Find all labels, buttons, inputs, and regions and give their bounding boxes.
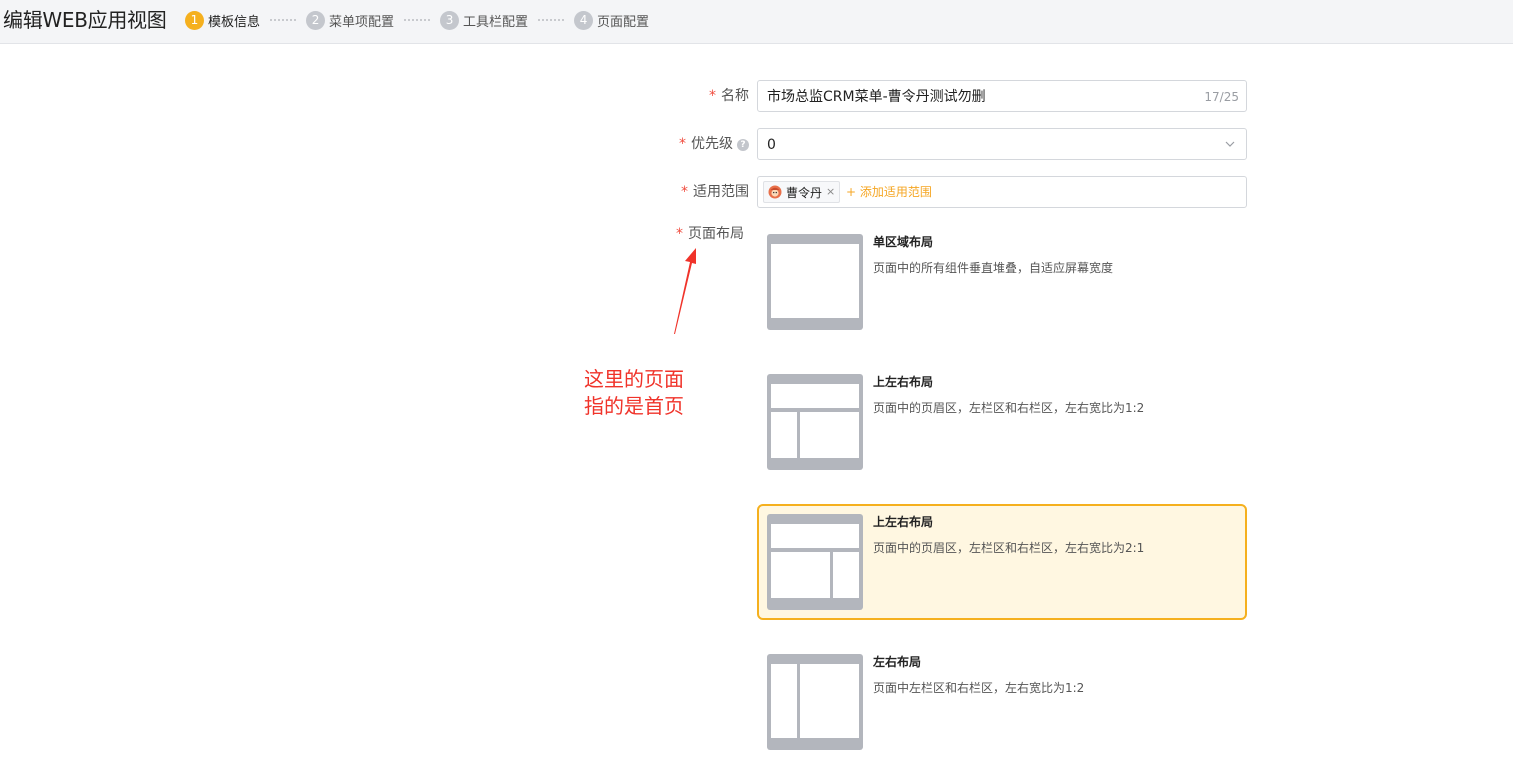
chevron-down-icon: [1225, 141, 1235, 147]
priority-select-value: 0: [767, 137, 776, 153]
layout-option-top-left-right-2-1[interactable]: 上左右布局 页面中的页眉区，左栏区和右栏区，左右宽比为2:1: [757, 504, 1247, 620]
layout-top-left-right-1-2-thumbnail: [767, 374, 863, 470]
step-number: 1: [185, 10, 204, 30]
layout-option-desc: 页面中的页眉区，左栏区和右栏区，左右宽比为1:2: [873, 401, 1145, 415]
priority-label-text: 优先级: [691, 136, 733, 152]
annotation-line-1: 这里的页面: [584, 367, 684, 391]
layout-option-title: 单区域布局: [873, 235, 934, 249]
annotation-text: 这里的页面 指的是首页: [584, 366, 684, 420]
scope-label-text: 适用范围: [693, 184, 749, 200]
page-header: 编辑WEB应用视图 1 模板信息 2 菜单项配置 3 工具栏配置 4 页面配置: [0, 0, 1513, 44]
layout-option-desc: 页面中的页眉区，左栏区和右栏区，左右宽比为2:1: [873, 541, 1145, 555]
page-title: 编辑WEB应用视图: [3, 8, 167, 32]
step-label: 工具栏配置: [463, 14, 529, 30]
name-label-text: 名称: [721, 88, 749, 104]
close-icon[interactable]: ×: [826, 186, 835, 198]
layout-option-top-left-right-1-2[interactable]: 上左右布局 页面中的页眉区，左栏区和右栏区，左右宽比为1:2: [757, 364, 1247, 480]
char-counter: 17/25: [1204, 90, 1239, 104]
required-mark: *: [681, 184, 688, 200]
scope-tag-text: 曹令丹: [786, 185, 823, 200]
annotation-line-2: 指的是首页: [584, 394, 684, 418]
layout-option-single[interactable]: 单区域布局 页面中的所有组件垂直堆叠，自适应屏幕宽度: [757, 224, 1247, 340]
step-connector: [404, 19, 431, 21]
name-label: * 名称: [709, 86, 749, 106]
user-avatar-icon: [768, 185, 782, 199]
step-connector: [538, 19, 565, 21]
required-mark: *: [679, 136, 686, 152]
priority-select[interactable]: 0: [757, 128, 1247, 160]
step-bar: 1 模板信息 2 菜单项配置 3 工具栏配置 4 页面配置: [185, 9, 649, 31]
layout-option-title: 左右布局: [873, 655, 922, 669]
layout-option-desc: 页面中左栏区和右栏区，左右宽比为1:2: [873, 681, 1085, 695]
step-label: 模板信息: [208, 14, 261, 30]
step-label: 菜单项配置: [329, 14, 395, 30]
question-circle-icon[interactable]: ?: [737, 139, 749, 151]
add-scope-link[interactable]: + 添加适用范围: [846, 184, 932, 200]
annotation-arrow-icon: [674, 248, 696, 334]
step-number: 4: [574, 10, 594, 30]
step-page-config[interactable]: 4 页面配置: [574, 10, 650, 30]
step-number: 3: [440, 10, 460, 30]
step-toolbar-config[interactable]: 3 工具栏配置: [440, 10, 529, 30]
layout-option-desc: 页面中的所有组件垂直堆叠，自适应屏幕宽度: [873, 261, 1114, 275]
scope-tag: 曹令丹 ×: [763, 181, 841, 203]
layout-left-right-thumbnail: [767, 654, 863, 750]
step-label: 页面配置: [597, 14, 650, 30]
layout-option-left-right[interactable]: 左右布局 页面中左栏区和右栏区，左右宽比为1:2: [757, 644, 1247, 760]
step-template-info[interactable]: 1 模板信息: [185, 10, 261, 30]
step-menu-config[interactable]: 2 菜单项配置: [306, 10, 395, 30]
required-mark: *: [709, 88, 716, 104]
layout-single-thumbnail: [767, 234, 863, 330]
layout-top-left-right-2-1-thumbnail: [767, 514, 863, 610]
name-input-value: 市场总监CRM菜单-曹令丹测试勿删: [767, 89, 986, 105]
step-number: 2: [306, 10, 326, 30]
name-input[interactable]: 市场总监CRM菜单-曹令丹测试勿删 17/25: [757, 80, 1247, 112]
layout-option-title: 上左右布局: [873, 375, 934, 389]
layout-option-title: 上左右布局: [873, 515, 934, 529]
priority-label: * 优先级?: [679, 134, 749, 154]
scope-label: * 适用范围: [681, 182, 749, 202]
step-connector: [270, 19, 297, 21]
scope-input[interactable]: 曹令丹 × + 添加适用范围: [757, 176, 1247, 208]
